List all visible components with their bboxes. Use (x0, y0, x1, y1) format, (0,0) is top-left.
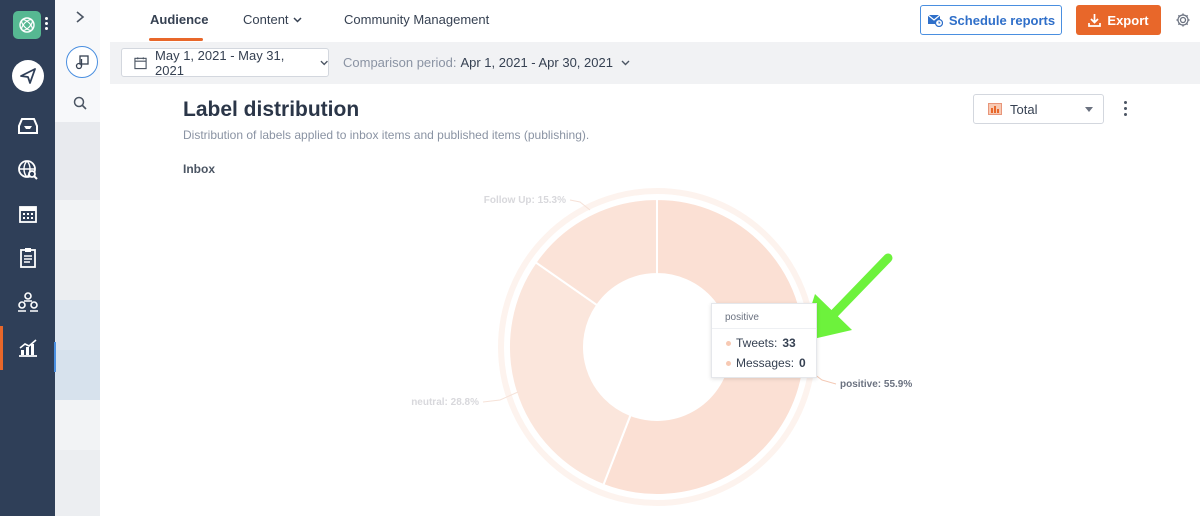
caret-down-icon (1085, 107, 1093, 112)
schedule-reports-label: Schedule reports (948, 12, 1056, 28)
comparison-label: Comparison period: (343, 55, 457, 70)
chart-tooltip: positive Tweets: 33 Messages: 0 (711, 303, 817, 378)
envelope-icon (927, 14, 943, 27)
view-select[interactable]: Total (973, 94, 1104, 124)
calendar-icon[interactable] (10, 196, 46, 232)
inbox-icon[interactable] (10, 108, 46, 144)
tab-community-management[interactable]: Community Management (344, 12, 489, 27)
tooltip-divider (712, 328, 816, 329)
left-nav-rail (0, 0, 55, 516)
export-button[interactable]: Export (1076, 5, 1161, 35)
globe-search-icon[interactable] (10, 152, 46, 188)
tooltip-header: positive (725, 312, 759, 323)
chevron-right-icon[interactable] (75, 10, 85, 27)
download-icon (1088, 14, 1102, 27)
send-icon[interactable] (10, 58, 46, 94)
active-tab-underline (149, 38, 203, 41)
section-label: Inbox (183, 162, 215, 176)
gear-icon[interactable] (1175, 12, 1191, 33)
analytics-icon[interactable] (10, 330, 46, 366)
clipboard-icon[interactable] (10, 240, 46, 276)
chevron-down-icon (621, 60, 630, 65)
date-range-picker[interactable]: May 1, 2021 - May 31, 2021 (121, 47, 329, 78)
date-range-value: May 1, 2021 - May 31, 2021 (155, 47, 285, 78)
more-icon[interactable] (45, 17, 49, 32)
chevron-down-icon (320, 60, 328, 65)
series-dot (726, 340, 731, 346)
messages-value: 0 (799, 356, 806, 370)
music-note-icon[interactable] (66, 46, 98, 78)
chevron-down-icon (293, 16, 302, 23)
view-select-value: Total (1010, 101, 1038, 117)
label-distribution-card (163, 84, 1162, 516)
selected-indicator (54, 342, 56, 372)
logo-icon[interactable] (13, 11, 41, 39)
calendar-small-icon (134, 56, 147, 69)
comparison-period[interactable]: Comparison period: Apr 1, 2021 - Apr 30,… (343, 55, 630, 70)
tweets-label: Tweets: (736, 336, 778, 350)
tweets-value: 33 (782, 336, 796, 350)
search-icon[interactable] (73, 96, 87, 115)
messages-label: Messages: (736, 356, 795, 370)
tab-audience[interactable]: Audience (150, 12, 209, 27)
kebab-icon[interactable] (1124, 101, 1128, 119)
bar-chart-icon (988, 103, 1002, 115)
card-subtitle: Distribution of labels applied to inbox … (183, 128, 590, 142)
people-icon[interactable] (10, 284, 46, 320)
tooltip-row-tweets: Tweets: 33 (726, 336, 796, 350)
card-title: Label distribution (183, 98, 360, 121)
tab-content[interactable]: Content (243, 12, 302, 27)
comparison-value: Apr 1, 2021 - Apr 30, 2021 (460, 55, 613, 70)
active-indicator (0, 326, 3, 370)
series-dot (726, 360, 731, 366)
schedule-reports-button[interactable]: Schedule reports (920, 5, 1062, 35)
tooltip-row-messages: Messages: 0 (726, 356, 806, 370)
export-label: Export (1107, 12, 1149, 28)
tab-content-label: Content (243, 12, 289, 27)
